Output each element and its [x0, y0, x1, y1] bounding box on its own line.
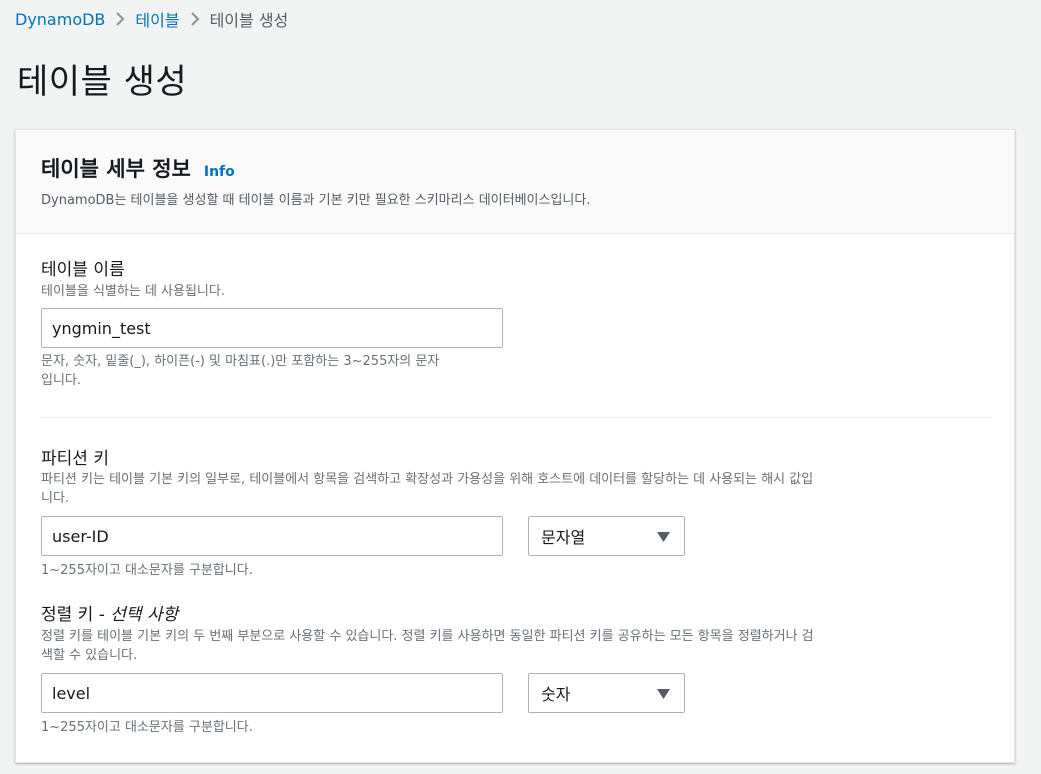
panel-title-row: 테이블 세부 정보 Info — [41, 153, 235, 183]
sort-key-label: 정렬 키 - 선택 사항 — [41, 600, 178, 625]
sort-key-type-value: 숫자 — [541, 685, 571, 704]
panel-title: 테이블 세부 정보 — [41, 157, 191, 181]
page-title: 테이블 생성 — [17, 62, 188, 102]
sort-key-label-separator: - — [93, 605, 111, 625]
breadcrumb-dynamodb[interactable]: DynamoDB — [15, 10, 105, 29]
info-link[interactable]: Info — [204, 164, 235, 180]
table-name-hint-line1: 문자, 숫자, 밑줄(_), 하이픈(-) 및 마침표(.)만 포함하는 3~2… — [41, 354, 440, 369]
table-details-panel: 테이블 세부 정보 Info DynamoDB는 테이블을 생성할 때 테이블 … — [15, 129, 1015, 763]
partition-key-hint: 1~255자이고 대소문자를 구분합니다. — [41, 563, 253, 578]
partition-key-description: 파티션 키는 테이블 기본 키의 일부로, 테이블에서 항목을 검색하고 확장성… — [41, 470, 1001, 508]
sort-key-optional: 선택 사항 — [110, 605, 179, 625]
panel-description: DynamoDB는 테이블을 생성할 때 테이블 이름과 기본 키만 필요한 스… — [41, 193, 591, 208]
partition-key-type-select[interactable]: 문자열 — [528, 516, 685, 556]
sort-key-hint: 1~255자이고 대소문자를 구분합니다. — [41, 720, 253, 735]
section-divider — [41, 417, 991, 418]
table-name-input[interactable] — [41, 308, 503, 348]
partition-key-description-line1: 파티션 키는 테이블 기본 키의 일부로, 테이블에서 항목을 검색하고 확장성… — [41, 472, 814, 487]
table-name-description: 테이블을 식별하는 데 사용됩니다. — [41, 284, 225, 299]
partition-key-label: 파티션 키 — [41, 449, 109, 469]
breadcrumb-create-table: 테이블 생성 — [209, 11, 289, 30]
sort-key-input[interactable] — [41, 673, 503, 713]
caret-down-icon — [657, 684, 670, 703]
table-name-hint-line2: 입니다. — [41, 373, 82, 388]
partition-key-description-line2: 니다. — [41, 491, 70, 506]
table-name-label: 테이블 이름 — [41, 260, 125, 280]
sort-key-description: 정렬 키를 테이블 기본 키의 두 번째 부분으로 사용할 수 있습니다. 정렬… — [41, 627, 1001, 665]
chevron-right-icon — [105, 11, 135, 27]
partition-key-type-value: 문자열 — [541, 528, 586, 547]
sort-key-description-line1: 정렬 키를 테이블 기본 키의 두 번째 부분으로 사용할 수 있습니다. 정렬… — [41, 629, 814, 644]
breadcrumb: DynamoDB 테이블 테이블 생성 — [15, 7, 288, 31]
chevron-right-icon — [180, 11, 210, 27]
panel-header: 테이블 세부 정보 Info DynamoDB는 테이블을 생성할 때 테이블 … — [16, 130, 1014, 234]
caret-down-icon — [657, 527, 670, 546]
sort-key-type-select[interactable]: 숫자 — [528, 673, 685, 713]
partition-key-input[interactable] — [41, 516, 503, 556]
table-name-hint: 문자, 숫자, 밑줄(_), 하이픈(-) 및 마침표(.)만 포함하는 3~2… — [41, 352, 439, 390]
sort-key-label-text: 정렬 키 — [41, 605, 94, 625]
breadcrumb-tables[interactable]: 테이블 — [135, 7, 179, 31]
sort-key-description-line2: 색할 수 있습니다. — [41, 648, 138, 663]
